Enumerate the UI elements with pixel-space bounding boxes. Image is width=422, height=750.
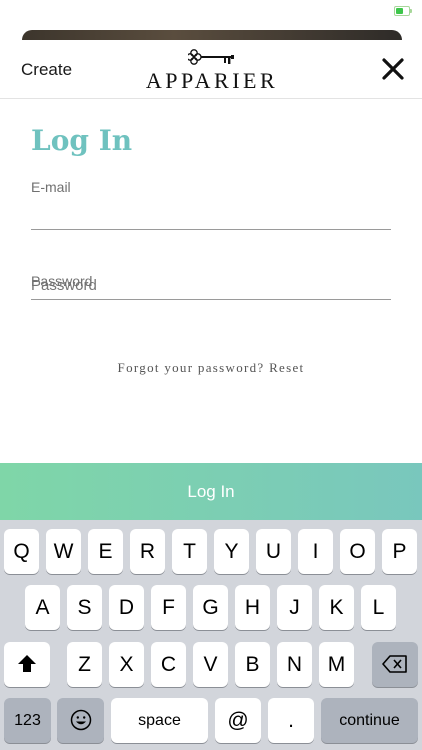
- brand-logo: APPARIER: [142, 48, 282, 93]
- login-button[interactable]: Log In: [0, 463, 422, 520]
- key-r[interactable]: R: [130, 529, 165, 574]
- delete-key[interactable]: [372, 642, 418, 687]
- key-logo-icon: [188, 49, 234, 65]
- key-k[interactable]: K: [319, 585, 354, 630]
- key-t[interactable]: T: [172, 529, 207, 574]
- key-g[interactable]: G: [193, 585, 228, 630]
- key-u[interactable]: U: [256, 529, 291, 574]
- email-underline: [31, 229, 391, 230]
- page-title: Log In: [31, 124, 133, 157]
- key-l[interactable]: L: [361, 585, 396, 630]
- key-d[interactable]: D: [109, 585, 144, 630]
- key-j[interactable]: J: [277, 585, 312, 630]
- key-b[interactable]: B: [235, 642, 270, 687]
- space-key[interactable]: space: [111, 698, 208, 743]
- key-q[interactable]: Q: [4, 529, 39, 574]
- key-h[interactable]: H: [235, 585, 270, 630]
- forgot-password-text: Forgot your password?: [117, 360, 265, 375]
- key-w[interactable]: W: [46, 529, 81, 574]
- password-label: Password: [31, 273, 93, 289]
- period-key[interactable]: .: [268, 698, 314, 743]
- key-m[interactable]: M: [319, 642, 354, 687]
- status-bar: [0, 0, 422, 22]
- emoji-key[interactable]: [57, 698, 104, 743]
- key-e[interactable]: E: [88, 529, 123, 574]
- email-label: E-mail: [31, 179, 71, 195]
- battery-icon: [394, 6, 412, 16]
- key-i[interactable]: I: [298, 529, 333, 574]
- key-s[interactable]: S: [67, 585, 102, 630]
- continue-key[interactable]: continue: [321, 698, 418, 743]
- key-x[interactable]: X: [109, 642, 144, 687]
- create-account-link[interactable]: Create: [21, 60, 72, 80]
- numbers-key[interactable]: 123: [4, 698, 51, 743]
- email-field[interactable]: [31, 199, 391, 227]
- key-v[interactable]: V: [193, 642, 228, 687]
- reset-password-link[interactable]: Reset: [269, 360, 304, 375]
- brand-name: APPARIER: [145, 68, 279, 93]
- at-key[interactable]: @: [215, 698, 261, 743]
- key-y[interactable]: Y: [214, 529, 249, 574]
- key-n[interactable]: N: [277, 642, 312, 687]
- emoji-icon: [70, 709, 91, 731]
- key-a[interactable]: A: [25, 585, 60, 630]
- keyboard: Q W E R T Y U I O P A S D F G H J K L Z …: [0, 520, 422, 750]
- forgot-password-row: Forgot your password? Reset: [0, 360, 422, 376]
- shift-icon: [18, 655, 36, 672]
- shift-key[interactable]: [4, 642, 50, 687]
- key-c[interactable]: C: [151, 642, 186, 687]
- delete-icon: [382, 655, 407, 673]
- key-p[interactable]: P: [382, 529, 417, 574]
- key-o[interactable]: O: [340, 529, 375, 574]
- key-z[interactable]: Z: [67, 642, 102, 687]
- key-f[interactable]: F: [151, 585, 186, 630]
- close-icon[interactable]: [378, 54, 408, 84]
- password-underline: [31, 299, 391, 300]
